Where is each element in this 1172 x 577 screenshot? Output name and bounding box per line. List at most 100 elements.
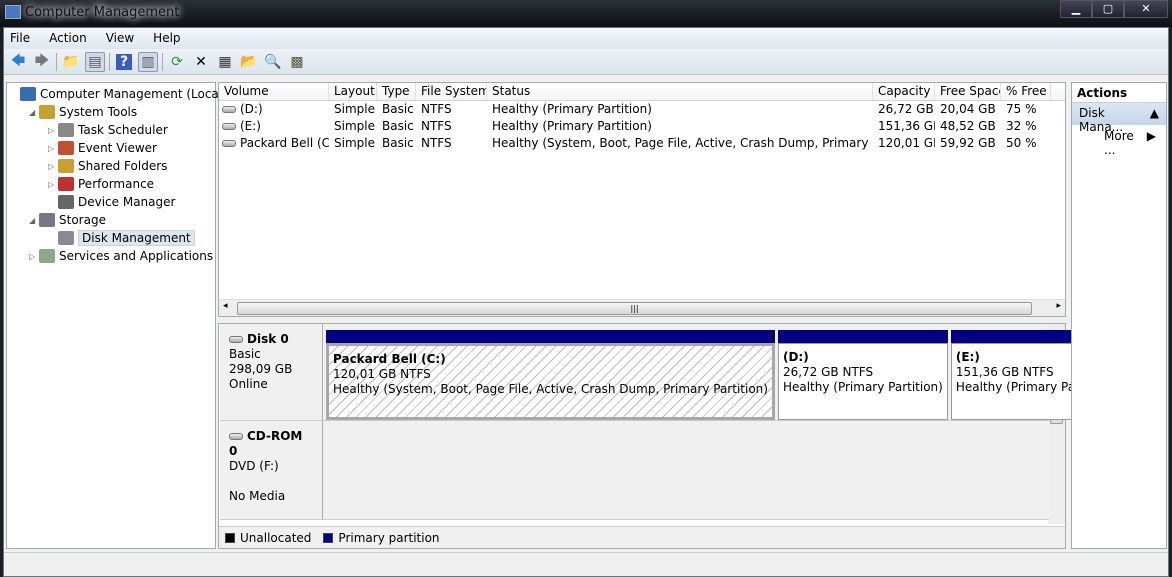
cell: Simple bbox=[329, 118, 377, 135]
expand-arrow-icon[interactable]: ◢ bbox=[29, 108, 39, 117]
disk-row[interactable]: CD-ROM 0 DVD (F:) No Media bbox=[220, 421, 1049, 520]
column-header-type[interactable]: Type bbox=[377, 83, 416, 100]
disk-icon bbox=[229, 336, 243, 343]
disk-detail: No Media bbox=[229, 489, 286, 503]
tree-item-system-tools[interactable]: ◢ System Tools bbox=[29, 103, 137, 121]
expand-arrow-icon[interactable]: ◢ bbox=[29, 216, 39, 225]
maximize-button[interactable]: ▢ bbox=[1092, 0, 1124, 18]
cell-text: Simple bbox=[334, 136, 375, 150]
actions-pane: Actions Disk Mana... ▲ More ... ▶ bbox=[1071, 82, 1167, 549]
disk-row[interactable]: Disk 0 Basic 298,09 GB Online Packard Bell (… bbox=[220, 324, 1121, 421]
properties-button[interactable]: ▦ bbox=[215, 52, 235, 72]
cell: 120,01 GB bbox=[873, 135, 935, 152]
computer-icon bbox=[20, 87, 36, 101]
column-header-volume[interactable]: Volume bbox=[219, 83, 329, 100]
cell: NTFS bbox=[416, 118, 487, 135]
column-header-capacity[interactable]: Capacity bbox=[873, 83, 935, 100]
disk-info[interactable]: Disk 0 Basic 298,09 GB Online bbox=[220, 324, 323, 420]
cell-text: Packard Bell (C:) bbox=[240, 136, 329, 150]
cell-text: 75 % bbox=[1006, 102, 1037, 116]
open-icon: 📂 bbox=[240, 53, 258, 70]
tree-item-performance[interactable]: ▷ Performance bbox=[48, 175, 154, 193]
delete-button[interactable]: ✕ bbox=[191, 52, 211, 72]
column-header-layout[interactable]: Layout bbox=[329, 83, 377, 100]
forward-button[interactable]: 🡆 bbox=[32, 52, 52, 72]
tree-item-label: Storage bbox=[59, 213, 106, 227]
cell: Basic bbox=[377, 101, 416, 118]
show-hide-action-pane-button[interactable]: ▥ bbox=[138, 51, 158, 72]
table-row[interactable]: (E:) Simple Basic NTFS Healthy (Primary Part… bbox=[219, 118, 1065, 135]
tree-item-computer-management-local-[interactable]: Computer Management (Local) bbox=[10, 85, 227, 103]
partition[interactable]: (D:) 26,72 GB NTFS Healthy (Primary Partit… bbox=[777, 330, 948, 420]
settings-button[interactable]: ▩ bbox=[287, 52, 307, 72]
up-folder-button[interactable]: 📁 bbox=[61, 52, 81, 72]
column-header-free-space[interactable]: Free Space bbox=[935, 83, 1001, 100]
show-hide-tree-button[interactable]: ▤ bbox=[85, 51, 105, 72]
collapse-icon[interactable]: ▲ bbox=[1150, 106, 1159, 122]
back-button[interactable]: 🡄 bbox=[8, 52, 28, 72]
help-button[interactable]: ? bbox=[114, 52, 134, 72]
console-tree: Computer Management (Local) ◢ System Tools… bbox=[6, 82, 227, 549]
tree-item-storage[interactable]: ◢ Storage bbox=[29, 211, 106, 229]
toolbar-separator bbox=[162, 52, 163, 71]
disk-detail: 298,09 GB bbox=[229, 362, 293, 376]
menu-help[interactable]: Help bbox=[153, 31, 180, 49]
cell-text: 59,92 GB bbox=[940, 136, 996, 150]
tree-item-task-scheduler[interactable]: ▷ Task Scheduler bbox=[48, 121, 168, 139]
actions-section-disk-management[interactable]: Disk Mana... ▲ bbox=[1072, 103, 1166, 134]
cell: Simple bbox=[329, 135, 377, 152]
expand-arrow-icon[interactable]: ▷ bbox=[48, 126, 58, 135]
shared-folder-icon bbox=[58, 159, 74, 173]
search-button[interactable]: 🔍 bbox=[263, 52, 283, 72]
tree-item-services-and-applications[interactable]: ▷ Services and Applications bbox=[29, 247, 213, 265]
column-header-status[interactable]: Status bbox=[487, 83, 873, 100]
expand-arrow-icon[interactable]: ▷ bbox=[48, 144, 58, 153]
cell: Healthy (Primary Partition) bbox=[487, 101, 873, 118]
refresh-button[interactable]: ⟳ bbox=[167, 52, 187, 72]
tree-item-device-manager[interactable]: Device Manager bbox=[48, 193, 175, 211]
disk-detail: Basic bbox=[229, 347, 261, 361]
expand-arrow-icon[interactable]: ▷ bbox=[48, 180, 58, 189]
properties-icon: ▦ bbox=[218, 53, 232, 70]
expand-arrow-icon[interactable]: ▷ bbox=[48, 162, 58, 171]
menu-view[interactable]: View bbox=[106, 31, 134, 49]
cell-text: NTFS bbox=[421, 119, 452, 133]
expand-arrow-icon[interactable]: ▷ bbox=[29, 252, 39, 261]
tree-item-event-viewer[interactable]: ▷ Event Viewer bbox=[48, 139, 157, 157]
cell-text: (E:) bbox=[240, 119, 261, 133]
tree-item-label: Computer Management (Local) bbox=[40, 87, 227, 101]
storage-icon bbox=[39, 213, 55, 227]
minimize-button[interactable]: ▁ bbox=[1060, 0, 1092, 18]
volume-name: Packard Bell (C:) bbox=[219, 135, 329, 152]
cell-text: Basic bbox=[382, 119, 414, 133]
cd-rom-0-label: CD-ROM 0 bbox=[229, 429, 313, 459]
cell: 151,36 GB bbox=[873, 118, 935, 135]
partition-type-bar bbox=[777, 330, 948, 343]
column-header--free[interactable]: % Free bbox=[1001, 83, 1051, 100]
close-button[interactable]: ✕ bbox=[1124, 0, 1168, 18]
table-row[interactable]: (D:) Simple Basic NTFS Healthy (Primary Part… bbox=[219, 101, 1065, 118]
partitions: Packard Bell (C:) 120,01 GB NTFS Healthy (… bbox=[326, 330, 1121, 420]
actions-section-label: Disk Mana... bbox=[1079, 106, 1124, 134]
table-row[interactable]: Packard Bell (C:) Simple Basic NTFS Healthy … bbox=[219, 135, 1065, 152]
menu-file[interactable]: File bbox=[10, 31, 30, 49]
scrollbar-thumb[interactable]: ||| bbox=[237, 302, 1032, 315]
cell-text: 20,04 GB bbox=[940, 102, 996, 116]
toolbar: 🡄 🡆 📁 ▤? ▥ ⟳ ✕ ▦ 📂 🔍 ▩ bbox=[4, 49, 1168, 75]
tree-item-shared-folders[interactable]: ▷ Shared Folders bbox=[48, 157, 167, 175]
cell: 75 % bbox=[1001, 101, 1051, 118]
cell: Basic bbox=[377, 118, 416, 135]
tree-item-disk-management[interactable]: Disk Management bbox=[48, 229, 195, 247]
horizontal-scrollbar[interactable]: ◂ ||| ▸ bbox=[219, 299, 1065, 316]
column-header-file-system[interactable]: File System bbox=[416, 83, 487, 100]
disk-info[interactable]: CD-ROM 0 DVD (F:) No Media bbox=[220, 421, 323, 519]
cell-text: 48,52 GB bbox=[940, 119, 996, 133]
delete-icon: ✕ bbox=[195, 53, 207, 70]
legend-swatch bbox=[323, 532, 334, 543]
open-button[interactable]: 📂 bbox=[239, 52, 259, 72]
menu-action[interactable]: Action bbox=[49, 31, 87, 49]
partition-name: Packard Bell (C:) bbox=[333, 352, 446, 366]
cell: 32 % bbox=[1001, 118, 1051, 135]
partition[interactable]: Packard Bell (C:) 120,01 GB NTFS Healthy (… bbox=[326, 330, 775, 420]
title-bar: Computer Management ▁ ▢ ✕ bbox=[0, 0, 1172, 27]
